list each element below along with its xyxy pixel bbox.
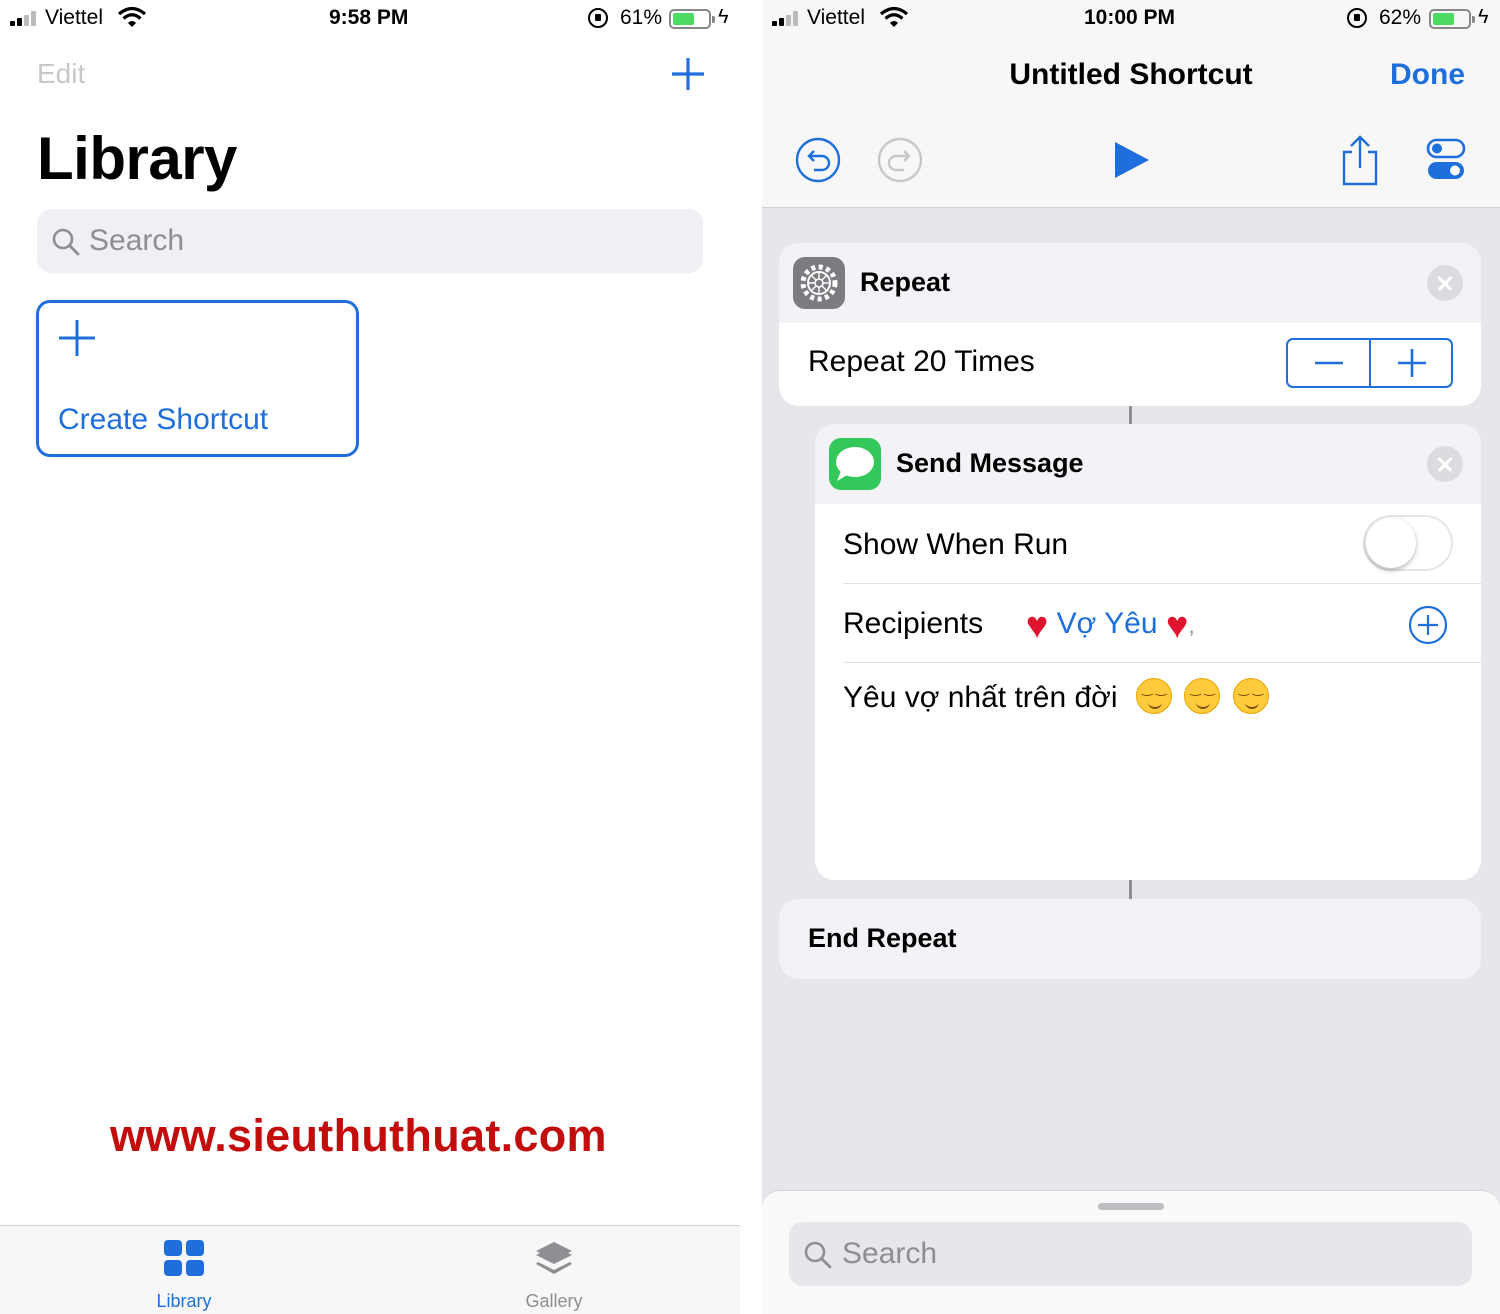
wifi-icon: [879, 6, 909, 27]
minus-icon[interactable]: [1288, 340, 1370, 386]
repeat-count-stepper[interactable]: [1286, 338, 1453, 388]
charging-bolt-icon: ϟ: [1478, 6, 1489, 28]
carrier-name: Viettel: [45, 6, 103, 29]
create-shortcut-button[interactable]: Create Shortcut: [36, 300, 359, 457]
show-when-run-toggle[interactable]: [1363, 515, 1453, 571]
tab-bar: Library Gallery: [0, 1225, 740, 1314]
search-icon: [804, 1241, 832, 1269]
create-shortcut-label: Create Shortcut: [58, 403, 269, 436]
settings-app-icon: [793, 257, 845, 309]
recipients-label: Recipients: [843, 607, 984, 640]
end-repeat-title: End Repeat: [808, 923, 957, 953]
battery-percent: 61%: [620, 6, 663, 29]
rotation-lock-icon: [588, 8, 608, 28]
status-time: 10:00 PM: [1084, 6, 1176, 29]
recipients-row[interactable]: Recipients ♥ Vợ Yêu ♥,: [843, 605, 1195, 648]
messages-app-icon: [829, 438, 881, 490]
battery-icon: [1429, 9, 1475, 29]
shortcut-editor-screen: Viettel 10:00 PM 62% ϟ Untitled Shortcut…: [762, 0, 1500, 1314]
page-title: Library: [37, 125, 237, 192]
signal-icon: [10, 10, 40, 26]
close-icon[interactable]: [1427, 446, 1463, 482]
signal-icon: [772, 10, 802, 26]
screen-divider: [740, 0, 762, 1314]
recipient-separator: ,: [1188, 613, 1195, 638]
search-input[interactable]: Search: [37, 209, 703, 273]
settings-toggle-icon[interactable]: [1424, 136, 1472, 184]
search-icon: [52, 228, 80, 256]
rotation-lock-icon: [1347, 8, 1367, 28]
battery-percent: 62%: [1379, 6, 1422, 29]
share-icon[interactable]: [1336, 134, 1384, 188]
done-button[interactable]: Done: [1390, 58, 1465, 92]
drawer-grabber[interactable]: [1098, 1203, 1164, 1210]
tab-library[interactable]: Library: [109, 1226, 259, 1314]
charging-bolt-icon: ϟ: [718, 6, 729, 28]
tab-gallery[interactable]: Gallery: [479, 1226, 629, 1314]
smile-emoji-icon: [1135, 678, 1172, 714]
actions-drawer: Search: [762, 1190, 1500, 1314]
repeat-action-card[interactable]: Repeat Repeat 20 Times: [779, 243, 1481, 406]
carrier-name: Viettel: [807, 6, 865, 29]
library-grid-icon: [164, 1240, 204, 1276]
message-body-field[interactable]: Yêu vợ nhất trên đời: [843, 678, 1269, 715]
smile-emoji-icon: [1184, 678, 1221, 714]
plus-icon[interactable]: [1371, 340, 1453, 386]
end-repeat-action-card[interactable]: End Repeat: [779, 899, 1481, 979]
undo-icon[interactable]: [794, 136, 842, 184]
heart-icon: ♥: [1165, 605, 1189, 647]
editor-navbar: Viettel 10:00 PM 62% ϟ Untitled Shortcut…: [762, 0, 1500, 208]
flow-connector: [1129, 406, 1132, 424]
gear-icon: [800, 264, 838, 302]
edit-button[interactable]: Edit: [37, 58, 85, 90]
show-when-run-label: Show When Run: [843, 528, 1069, 561]
repeat-action-header: Repeat: [779, 243, 1481, 323]
status-bar: Viettel 9:58 PM 61% ϟ: [0, 0, 740, 38]
wifi-icon: [117, 6, 147, 27]
status-bar: Viettel 10:00 PM 62% ϟ: [762, 0, 1500, 38]
send-message-action-card[interactable]: Send Message Show When Run Recipients ♥ …: [815, 424, 1481, 880]
plus-icon[interactable]: [670, 56, 706, 92]
message-text: Yêu vợ nhất trên đời: [843, 681, 1118, 714]
play-icon[interactable]: [1107, 136, 1155, 184]
actions-search-input[interactable]: Search: [789, 1222, 1472, 1286]
search-placeholder: Search: [89, 224, 185, 257]
send-message-header: Send Message: [815, 424, 1481, 504]
send-message-title: Send Message: [896, 448, 1084, 478]
flow-connector: [1129, 880, 1132, 899]
tab-library-label: Library: [156, 1291, 212, 1311]
row-divider: [843, 583, 1481, 584]
library-screen: Viettel 9:58 PM 61% ϟ Edit Library Searc…: [0, 0, 740, 1314]
smile-emoji-icon: [1232, 678, 1269, 714]
heart-icon: ♥: [1025, 605, 1049, 647]
close-icon[interactable]: [1427, 265, 1463, 301]
watermark-text: www.sieuthuthuat.com: [110, 1110, 607, 1161]
gallery-layers-icon: [536, 1242, 572, 1274]
repeat-count-label[interactable]: Repeat 20 Times: [808, 345, 1035, 379]
redo-icon[interactable]: [876, 136, 924, 184]
tab-gallery-label: Gallery: [525, 1291, 583, 1311]
recipient-token[interactable]: Vợ Yêu: [1057, 607, 1158, 640]
messages-icon: [836, 447, 874, 481]
search-placeholder: Search: [842, 1237, 938, 1270]
add-circle-icon[interactable]: [1408, 605, 1448, 645]
repeat-action-title: Repeat: [860, 267, 951, 297]
row-divider: [843, 662, 1481, 663]
battery-icon: [669, 9, 715, 29]
plus-icon: [59, 320, 95, 356]
status-time: 9:58 PM: [329, 6, 409, 29]
